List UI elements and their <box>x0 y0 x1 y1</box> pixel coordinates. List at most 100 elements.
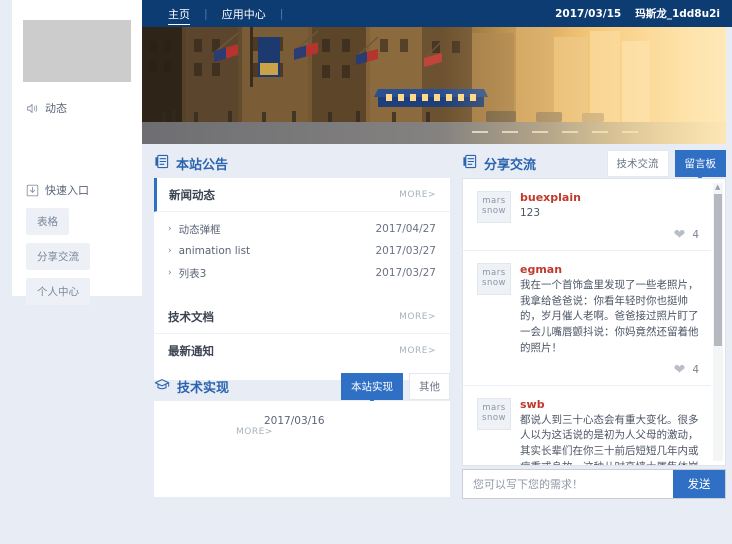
quick-entry-label: 快速入口 <box>45 184 89 197</box>
avatar-line-2: snow <box>482 277 506 288</box>
chip-personal-center[interactable]: 个人中心 <box>26 278 90 305</box>
tech-header: 技术实现 本站实现 其他 <box>154 371 450 403</box>
chip-biaoge[interactable]: 表格 <box>26 208 69 235</box>
avatar: mars snow <box>477 262 511 295</box>
chevron-right-icon: › <box>168 224 172 234</box>
tech-tabs: 本站实现 其他 <box>341 372 450 403</box>
announcements-body: 新闻动态 MORE> › 动态弹框 2017/04/27 › animation… <box>154 178 450 380</box>
nav-links: 主页 | 应用中心 | <box>154 6 284 25</box>
username-label[interactable]: 玛斯龙_1dd8u2i <box>635 6 720 21</box>
announce-section-docs-more[interactable]: MORE> <box>399 312 436 322</box>
scroll-up-arrow-icon[interactable]: ▲ <box>715 183 720 191</box>
tech-title-text: 技术实现 <box>177 380 230 396</box>
announce-section-news-more[interactable]: MORE> <box>399 190 436 200</box>
announce-section-docs-label: 技术文档 <box>168 309 214 324</box>
announce-section-notice-label: 最新通知 <box>168 344 214 358</box>
comment-text: 都说人到三十心态会有重大变化。很多人以为这话说的是初为人父母的激动，其实长辈们在… <box>520 413 699 466</box>
top-navigation-bar: 主页 | 应用中心 | 2017/03/15 玛斯龙_1dd8u2i <box>142 0 732 27</box>
comments-scroll-area[interactable]: mars snow buexplain 123 ❤ 4 mars snow eg… <box>463 179 711 465</box>
comment-username[interactable]: egman <box>520 263 699 276</box>
nav-separator-2: | <box>279 7 284 20</box>
tech-entry[interactable]: 2017/03/16 MORE> <box>236 415 325 437</box>
comments-scrollbar[interactable]: ▲ <box>713 183 723 461</box>
tech-entry-date: 2017/03/16 <box>264 415 325 427</box>
announcements-panel: 本站公告 新闻动态 MORE> › 动态弹框 2017/04/27 › anim… <box>154 148 450 380</box>
list-item[interactable]: › animation list 2017/03/27 <box>168 240 436 262</box>
quick-entry-section: 快速入口 表格 分享交流 个人中心 <box>12 182 142 305</box>
tech-implementation-panel: 技术实现 本站实现 其他 2017/03/16 MORE> <box>154 371 450 497</box>
scrollbar-thumb[interactable] <box>714 194 722 346</box>
comment-main: buexplain 123 ❤ 4 <box>520 191 699 242</box>
announce-section-notice-more[interactable]: MORE> <box>399 346 436 356</box>
comment-text: 我在一个首饰盒里发现了一些老照片，我拿给爸爸说：你看年轻时你也挺帅的，岁月催人老… <box>520 278 699 354</box>
tab-local-impl[interactable]: 本站实现 <box>341 372 403 403</box>
avatar <box>23 20 131 82</box>
comment-main: swb 都说人到三十心态会有重大变化。很多人以为这话说的是初为人父母的激动，其实… <box>520 398 699 466</box>
announce-section-docs[interactable]: 技术文档 MORE> <box>154 300 450 334</box>
avatar-line-2: snow <box>482 206 506 216</box>
like-count: 4 <box>692 363 699 376</box>
graduation-cap-icon <box>154 377 170 396</box>
avatar-line-2: snow <box>482 412 506 423</box>
dynamic-section: 动态 <box>12 100 142 116</box>
speaker-icon <box>26 102 39 115</box>
tab-message-board[interactable]: 留言板 <box>674 149 726 180</box>
notice-board-icon <box>154 154 169 173</box>
send-button[interactable]: 发送 <box>673 470 725 498</box>
comment-likes[interactable]: ❤ 4 <box>520 363 699 377</box>
announce-section-news[interactable]: 新闻动态 MORE> <box>154 178 450 212</box>
like-count: 4 <box>692 228 699 241</box>
tab-tech-exchange[interactable]: 技术交流 <box>606 149 669 177</box>
nav-item-app-center[interactable]: 应用中心 <box>208 6 280 22</box>
list-item-date: 2017/03/27 <box>375 267 436 279</box>
announcements-header: 本站公告 <box>154 148 450 178</box>
tab-other[interactable]: 其他 <box>409 372 450 400</box>
tech-entry-more[interactable]: MORE> <box>236 427 325 437</box>
announcement-list: › 动态弹框 2017/04/27 › animation list 2017/… <box>154 212 450 292</box>
share-title: 分享交流 <box>462 154 536 173</box>
notice-board-icon <box>462 154 477 173</box>
heart-icon[interactable]: ❤ <box>674 228 686 242</box>
list-item-title: 动态弹框 <box>178 223 221 236</box>
heart-icon[interactable]: ❤ <box>674 363 686 377</box>
section-gap <box>154 292 450 300</box>
quick-entry-chips: 表格 分享交流 个人中心 <box>26 208 142 305</box>
chip-share[interactable]: 分享交流 <box>26 243 90 270</box>
tech-body: 2017/03/16 MORE> <box>154 401 450 497</box>
message-input[interactable] <box>463 470 673 498</box>
comment-likes[interactable]: ❤ 4 <box>520 228 699 242</box>
comment-main: egman 我在一个首饰盒里发现了一些老照片，我拿给爸爸说：你看年轻时你也挺帅的… <box>520 263 699 377</box>
comment-username[interactable]: buexplain <box>520 191 699 204</box>
left-sidebar: 动态 快速入口 表格 分享交流 个人中心 <box>12 0 142 305</box>
chevron-right-icon: › <box>168 246 172 256</box>
list-item: mars snow swb 都说人到三十心态会有重大变化。很多人以为这话说的是初… <box>463 386 711 466</box>
share-panel: 分享交流 技术交流 留言板 mars snow buexplain 123 ❤ … <box>462 148 726 466</box>
comments-container: mars snow buexplain 123 ❤ 4 mars snow eg… <box>462 178 726 466</box>
current-date: 2017/03/15 <box>555 7 622 20</box>
app-root: 动态 快速入口 表格 分享交流 个人中心 主页 | 应用中心 | 2017/03… <box>0 0 732 544</box>
dynamic-label: 动态 <box>45 102 67 115</box>
list-item[interactable]: › 动态弹框 2017/04/27 <box>168 218 436 240</box>
list-item-date: 2017/04/27 <box>375 223 436 235</box>
list-item-title: animation list <box>178 245 251 257</box>
announcements-title: 本站公告 <box>154 154 228 173</box>
announce-section-news-label: 新闻动态 <box>169 187 215 202</box>
list-item: mars snow buexplain 123 ❤ 4 <box>463 179 711 251</box>
list-item-title: 列表3 <box>178 267 207 280</box>
share-tabs: 技术交流 留言板 <box>606 149 726 180</box>
message-composer: 发送 <box>462 469 726 499</box>
banner-illustration <box>142 27 726 144</box>
nav-user-area: 2017/03/15 玛斯龙_1dd8u2i <box>555 6 720 21</box>
share-header: 分享交流 技术交流 留言板 <box>462 148 726 180</box>
hero-banner-image <box>142 27 726 144</box>
list-item-date: 2017/03/27 <box>375 245 436 257</box>
tech-title: 技术实现 <box>154 377 229 396</box>
nav-item-home[interactable]: 主页 <box>154 6 204 25</box>
avatar: mars snow <box>477 397 511 430</box>
dynamic-header: 动态 <box>26 100 142 116</box>
share-title-text: 分享交流 <box>484 157 537 173</box>
announce-section-notice[interactable]: 最新通知 MORE> <box>154 334 450 368</box>
comment-username[interactable]: swb <box>520 398 699 411</box>
list-item[interactable]: › 列表3 2017/03/27 <box>168 262 436 284</box>
comment-text: 123 <box>520 207 541 219</box>
